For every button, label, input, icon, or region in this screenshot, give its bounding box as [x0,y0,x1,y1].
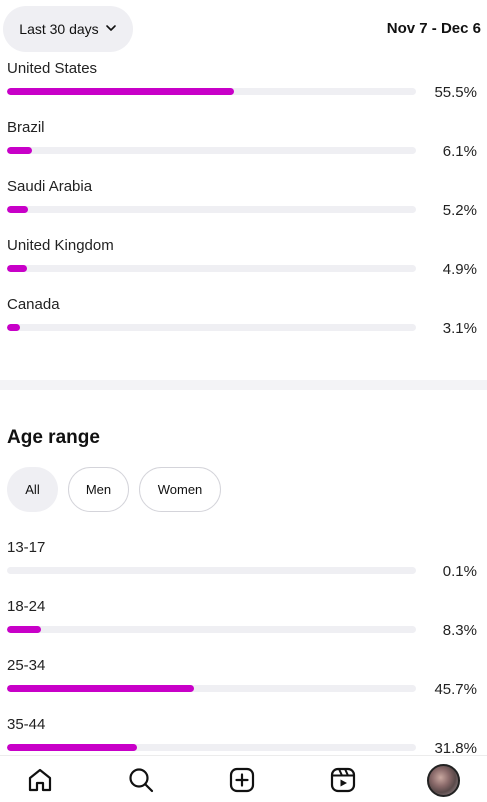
filter-chip-all[interactable]: All [7,467,58,512]
age-row: 13-17 0.1% [0,539,487,589]
progress-fill [7,324,20,331]
age-percent: 45.7% [434,681,477,698]
progress-fill [7,744,138,751]
home-icon[interactable] [26,766,54,794]
country-row: United Kingdom 4.9% [0,237,487,287]
age-range-label: 35-44 [7,716,46,733]
country-row: United States 55.5% [0,60,487,110]
country-percent: 5.2% [442,202,477,219]
progress-fill [7,206,29,213]
reels-icon[interactable] [329,766,357,794]
header: Last 30 days Nov 7 - Dec 6 [0,0,487,60]
progress-track [7,324,416,331]
age-range-label: 18-24 [7,598,46,615]
age-range-label: 13-17 [7,539,46,556]
create-icon[interactable] [228,766,256,794]
country-row: Saudi Arabia 5.2% [0,178,487,228]
progress-fill [7,626,41,633]
date-range-text: Nov 7 - Dec 6 [386,20,481,37]
age-percent: 8.3% [442,622,477,639]
country-name: Canada [7,296,60,313]
country-percent: 6.1% [442,143,477,160]
progress-track [7,265,416,272]
progress-track [7,88,416,95]
country-percent: 55.5% [434,84,477,101]
search-icon[interactable] [127,766,155,794]
chevron-down-icon [105,21,117,37]
progress-track [7,206,416,213]
progress-fill [7,147,32,154]
gender-filter: All Men Women [7,467,221,512]
section-title: Age range [7,427,100,448]
country-name: Brazil [7,119,45,136]
progress-track [7,147,416,154]
bottom-nav [0,755,487,802]
country-percent: 3.1% [442,320,477,337]
age-row: 18-24 8.3% [0,598,487,648]
country-name: Saudi Arabia [7,178,93,195]
country-row: Brazil 6.1% [0,119,487,169]
country-percent: 4.9% [442,261,477,278]
section-divider [0,380,487,390]
profile-avatar[interactable] [427,764,460,797]
progress-track [7,626,416,633]
age-row: 25-34 45.7% [0,657,487,707]
filter-chip-women[interactable]: Women [139,467,221,512]
progress-fill [7,88,234,95]
filter-chip-men[interactable]: Men [68,467,129,512]
progress-track [7,744,416,751]
date-range-label: Last 30 days [19,21,99,37]
progress-track [7,567,416,574]
date-range-dropdown[interactable]: Last 30 days [3,6,133,52]
progress-track [7,685,416,692]
progress-fill [7,265,28,272]
country-name: United Kingdom [7,237,114,254]
country-name: United States [7,60,98,77]
progress-fill [7,685,194,692]
age-percent: 0.1% [442,563,477,580]
country-row: Canada 3.1% [0,296,487,346]
age-range-label: 25-34 [7,657,46,674]
